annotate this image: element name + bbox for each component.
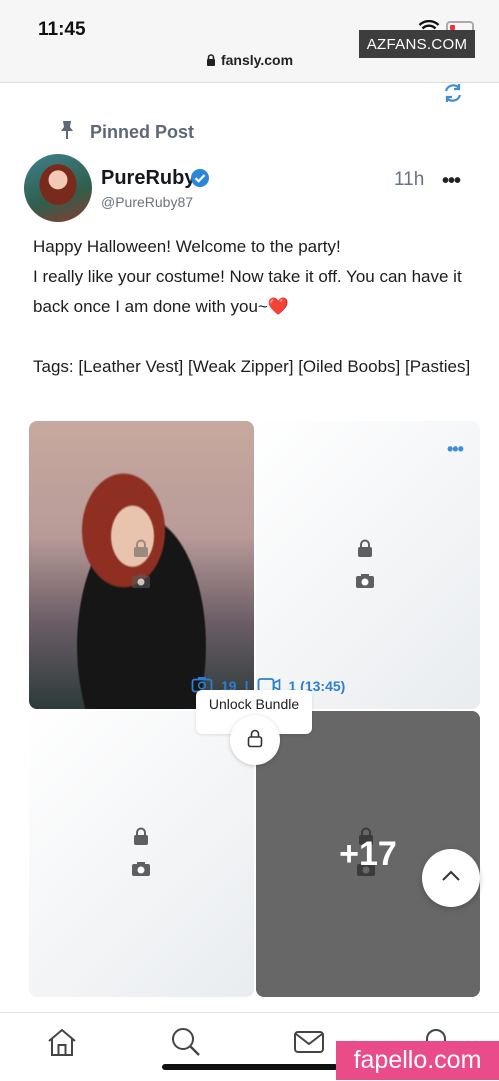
post-tags: Tags: [Leather Vest] [Weak Zipper] [Oile… xyxy=(33,357,471,376)
mail-icon[interactable] xyxy=(293,1027,325,1062)
clock: 11:45 xyxy=(38,19,86,40)
watermark-bottom: fapello.com xyxy=(336,1041,499,1080)
media-tile-preview[interactable] xyxy=(29,421,254,709)
home-indicator xyxy=(162,1064,338,1070)
camera-icon xyxy=(355,573,375,594)
lock-icon xyxy=(206,53,216,69)
camera-icon xyxy=(131,861,151,882)
chevron-up-icon xyxy=(441,869,461,887)
media-tile-locked[interactable] xyxy=(29,711,254,997)
pin-icon xyxy=(58,120,76,145)
post-line: Happy Halloween! Welcome to the party! xyxy=(33,237,341,256)
search-icon[interactable] xyxy=(170,1027,202,1062)
refresh-icon[interactable] xyxy=(442,82,464,109)
post-more-button[interactable]: ••• xyxy=(442,170,461,193)
lock-icon xyxy=(132,827,150,850)
post-line xyxy=(33,322,483,352)
lock-icon xyxy=(356,539,374,562)
pinned-label: Pinned Post xyxy=(90,122,195,142)
media-tile-locked[interactable] xyxy=(256,421,480,709)
camera-icon xyxy=(131,573,151,594)
pinned-post-header: Pinned Post xyxy=(58,120,194,145)
author-handle[interactable]: @PureRuby87 xyxy=(101,194,193,210)
watermark-top: AZFANS.COM xyxy=(359,30,475,58)
lock-icon xyxy=(132,539,150,562)
avatar[interactable] xyxy=(24,154,92,222)
author-name[interactable]: PureRuby xyxy=(101,167,195,190)
status-bar: 11:45 fansly.com AZFANS.COM xyxy=(0,0,499,83)
unlock-lock-button[interactable] xyxy=(230,715,280,765)
url-text: fansly.com xyxy=(220,52,294,68)
media-more-button[interactable]: ••• xyxy=(447,439,464,460)
scroll-to-top-button[interactable] xyxy=(422,849,480,907)
post-line: I really like your costume! Now take it … xyxy=(33,267,462,316)
verified-badge-icon xyxy=(190,168,210,193)
post-timestamp: 11h xyxy=(394,169,425,190)
lock-icon xyxy=(246,728,264,753)
post-body: Happy Halloween! Welcome to the party! I… xyxy=(33,232,483,382)
home-icon[interactable] xyxy=(46,1027,78,1062)
